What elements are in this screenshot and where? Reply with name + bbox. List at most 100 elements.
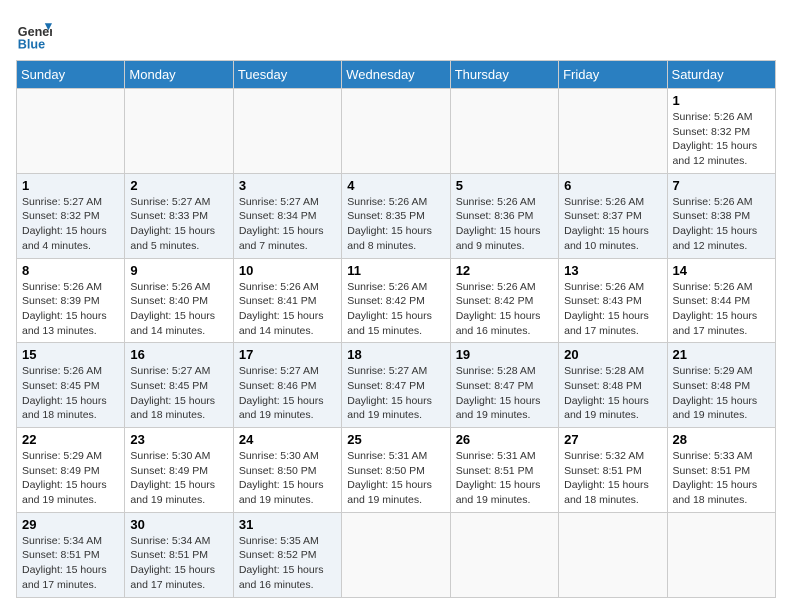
day-info: Sunrise: 5:27 AMSunset: 8:34 PMDaylight:… xyxy=(239,196,324,252)
calendar-cell xyxy=(450,89,558,174)
day-number: 30 xyxy=(130,517,227,532)
day-number: 19 xyxy=(456,347,553,362)
day-number: 13 xyxy=(564,263,661,278)
day-info: Sunrise: 5:26 AMSunset: 8:45 PMDaylight:… xyxy=(22,365,107,421)
calendar-cell: 5 Sunrise: 5:26 AMSunset: 8:36 PMDayligh… xyxy=(450,173,558,258)
day-info: Sunrise: 5:27 AMSunset: 8:33 PMDaylight:… xyxy=(130,196,215,252)
column-header-wednesday: Wednesday xyxy=(342,61,450,89)
day-number: 1 xyxy=(673,93,770,108)
calendar-cell: 10 Sunrise: 5:26 AMSunset: 8:41 PMDaylig… xyxy=(233,258,341,343)
day-number: 3 xyxy=(239,178,336,193)
column-header-monday: Monday xyxy=(125,61,233,89)
day-info: Sunrise: 5:31 AMSunset: 8:51 PMDaylight:… xyxy=(456,450,541,506)
day-number: 10 xyxy=(239,263,336,278)
calendar-cell: 14 Sunrise: 5:26 AMSunset: 8:44 PMDaylig… xyxy=(667,258,775,343)
day-number: 18 xyxy=(347,347,444,362)
calendar-cell: 16 Sunrise: 5:27 AMSunset: 8:45 PMDaylig… xyxy=(125,343,233,428)
calendar-week-3: 8 Sunrise: 5:26 AMSunset: 8:39 PMDayligh… xyxy=(17,258,776,343)
day-number: 7 xyxy=(673,178,770,193)
day-info: Sunrise: 5:26 AMSunset: 8:39 PMDaylight:… xyxy=(22,281,107,337)
day-number: 2 xyxy=(130,178,227,193)
calendar-cell: 29 Sunrise: 5:34 AMSunset: 8:51 PMDaylig… xyxy=(17,512,125,597)
calendar-cell: 11 Sunrise: 5:26 AMSunset: 8:42 PMDaylig… xyxy=(342,258,450,343)
calendar-cell: 17 Sunrise: 5:27 AMSunset: 8:46 PMDaylig… xyxy=(233,343,341,428)
calendar-cell: 15 Sunrise: 5:26 AMSunset: 8:45 PMDaylig… xyxy=(17,343,125,428)
calendar-cell: 7 Sunrise: 5:26 AMSunset: 8:38 PMDayligh… xyxy=(667,173,775,258)
day-number: 14 xyxy=(673,263,770,278)
column-header-tuesday: Tuesday xyxy=(233,61,341,89)
day-info: Sunrise: 5:26 AMSunset: 8:38 PMDaylight:… xyxy=(673,196,758,252)
calendar-cell: 12 Sunrise: 5:26 AMSunset: 8:42 PMDaylig… xyxy=(450,258,558,343)
calendar-week-2: 1 Sunrise: 5:27 AMSunset: 8:32 PMDayligh… xyxy=(17,173,776,258)
day-info: Sunrise: 5:27 AMSunset: 8:46 PMDaylight:… xyxy=(239,365,324,421)
day-number: 25 xyxy=(347,432,444,447)
day-number: 26 xyxy=(456,432,553,447)
calendar-cell: 25 Sunrise: 5:31 AMSunset: 8:50 PMDaylig… xyxy=(342,428,450,513)
day-number: 8 xyxy=(22,263,119,278)
day-number: 11 xyxy=(347,263,444,278)
day-info: Sunrise: 5:31 AMSunset: 8:50 PMDaylight:… xyxy=(347,450,432,506)
day-number: 27 xyxy=(564,432,661,447)
calendar-cell xyxy=(125,89,233,174)
calendar-cell: 3 Sunrise: 5:27 AMSunset: 8:34 PMDayligh… xyxy=(233,173,341,258)
calendar-cell xyxy=(342,512,450,597)
day-info: Sunrise: 5:29 AMSunset: 8:49 PMDaylight:… xyxy=(22,450,107,506)
day-info: Sunrise: 5:27 AMSunset: 8:32 PMDaylight:… xyxy=(22,196,107,252)
calendar-cell xyxy=(342,89,450,174)
day-info: Sunrise: 5:32 AMSunset: 8:51 PMDaylight:… xyxy=(564,450,649,506)
calendar-week-6: 29 Sunrise: 5:34 AMSunset: 8:51 PMDaylig… xyxy=(17,512,776,597)
calendar-cell: 1 Sunrise: 5:27 AMSunset: 8:32 PMDayligh… xyxy=(17,173,125,258)
day-info: Sunrise: 5:26 AMSunset: 8:41 PMDaylight:… xyxy=(239,281,324,337)
day-info: Sunrise: 5:26 AMSunset: 8:35 PMDaylight:… xyxy=(347,196,432,252)
calendar-cell: 4 Sunrise: 5:26 AMSunset: 8:35 PMDayligh… xyxy=(342,173,450,258)
calendar-cell: 18 Sunrise: 5:27 AMSunset: 8:47 PMDaylig… xyxy=(342,343,450,428)
column-header-saturday: Saturday xyxy=(667,61,775,89)
day-info: Sunrise: 5:26 AMSunset: 8:40 PMDaylight:… xyxy=(130,281,215,337)
calendar-cell: 19 Sunrise: 5:28 AMSunset: 8:47 PMDaylig… xyxy=(450,343,558,428)
calendar-header-row: SundayMondayTuesdayWednesdayThursdayFrid… xyxy=(17,61,776,89)
day-info: Sunrise: 5:30 AMSunset: 8:49 PMDaylight:… xyxy=(130,450,215,506)
day-number: 15 xyxy=(22,347,119,362)
calendar-cell: 28 Sunrise: 5:33 AMSunset: 8:51 PMDaylig… xyxy=(667,428,775,513)
calendar-cell: 1 Sunrise: 5:26 AMSunset: 8:32 PMDayligh… xyxy=(667,89,775,174)
day-info: Sunrise: 5:35 AMSunset: 8:52 PMDaylight:… xyxy=(239,535,324,591)
calendar-cell: 8 Sunrise: 5:26 AMSunset: 8:39 PMDayligh… xyxy=(17,258,125,343)
calendar-week-4: 15 Sunrise: 5:26 AMSunset: 8:45 PMDaylig… xyxy=(17,343,776,428)
day-info: Sunrise: 5:26 AMSunset: 8:42 PMDaylight:… xyxy=(347,281,432,337)
calendar-cell xyxy=(233,89,341,174)
calendar-cell: 30 Sunrise: 5:34 AMSunset: 8:51 PMDaylig… xyxy=(125,512,233,597)
day-number: 17 xyxy=(239,347,336,362)
calendar-cell xyxy=(450,512,558,597)
column-header-thursday: Thursday xyxy=(450,61,558,89)
day-number: 20 xyxy=(564,347,661,362)
day-info: Sunrise: 5:26 AMSunset: 8:36 PMDaylight:… xyxy=(456,196,541,252)
day-info: Sunrise: 5:28 AMSunset: 8:48 PMDaylight:… xyxy=(564,365,649,421)
calendar-cell: 6 Sunrise: 5:26 AMSunset: 8:37 PMDayligh… xyxy=(559,173,667,258)
day-info: Sunrise: 5:26 AMSunset: 8:32 PMDaylight:… xyxy=(673,111,758,167)
day-number: 4 xyxy=(347,178,444,193)
calendar-cell xyxy=(17,89,125,174)
day-number: 21 xyxy=(673,347,770,362)
day-number: 9 xyxy=(130,263,227,278)
day-number: 29 xyxy=(22,517,119,532)
day-number: 31 xyxy=(239,517,336,532)
calendar-cell xyxy=(559,512,667,597)
day-number: 28 xyxy=(673,432,770,447)
day-info: Sunrise: 5:27 AMSunset: 8:47 PMDaylight:… xyxy=(347,365,432,421)
calendar-cell: 13 Sunrise: 5:26 AMSunset: 8:43 PMDaylig… xyxy=(559,258,667,343)
svg-text:Blue: Blue xyxy=(18,37,45,51)
calendar-cell: 23 Sunrise: 5:30 AMSunset: 8:49 PMDaylig… xyxy=(125,428,233,513)
calendar-cell: 21 Sunrise: 5:29 AMSunset: 8:48 PMDaylig… xyxy=(667,343,775,428)
day-info: Sunrise: 5:26 AMSunset: 8:44 PMDaylight:… xyxy=(673,281,758,337)
day-info: Sunrise: 5:34 AMSunset: 8:51 PMDaylight:… xyxy=(130,535,215,591)
calendar-cell xyxy=(667,512,775,597)
day-info: Sunrise: 5:30 AMSunset: 8:50 PMDaylight:… xyxy=(239,450,324,506)
day-info: Sunrise: 5:26 AMSunset: 8:43 PMDaylight:… xyxy=(564,281,649,337)
calendar-cell: 26 Sunrise: 5:31 AMSunset: 8:51 PMDaylig… xyxy=(450,428,558,513)
page-header: General Blue xyxy=(16,16,776,52)
calendar-cell: 31 Sunrise: 5:35 AMSunset: 8:52 PMDaylig… xyxy=(233,512,341,597)
calendar-cell: 20 Sunrise: 5:28 AMSunset: 8:48 PMDaylig… xyxy=(559,343,667,428)
day-number: 6 xyxy=(564,178,661,193)
calendar-cell: 2 Sunrise: 5:27 AMSunset: 8:33 PMDayligh… xyxy=(125,173,233,258)
day-info: Sunrise: 5:27 AMSunset: 8:45 PMDaylight:… xyxy=(130,365,215,421)
